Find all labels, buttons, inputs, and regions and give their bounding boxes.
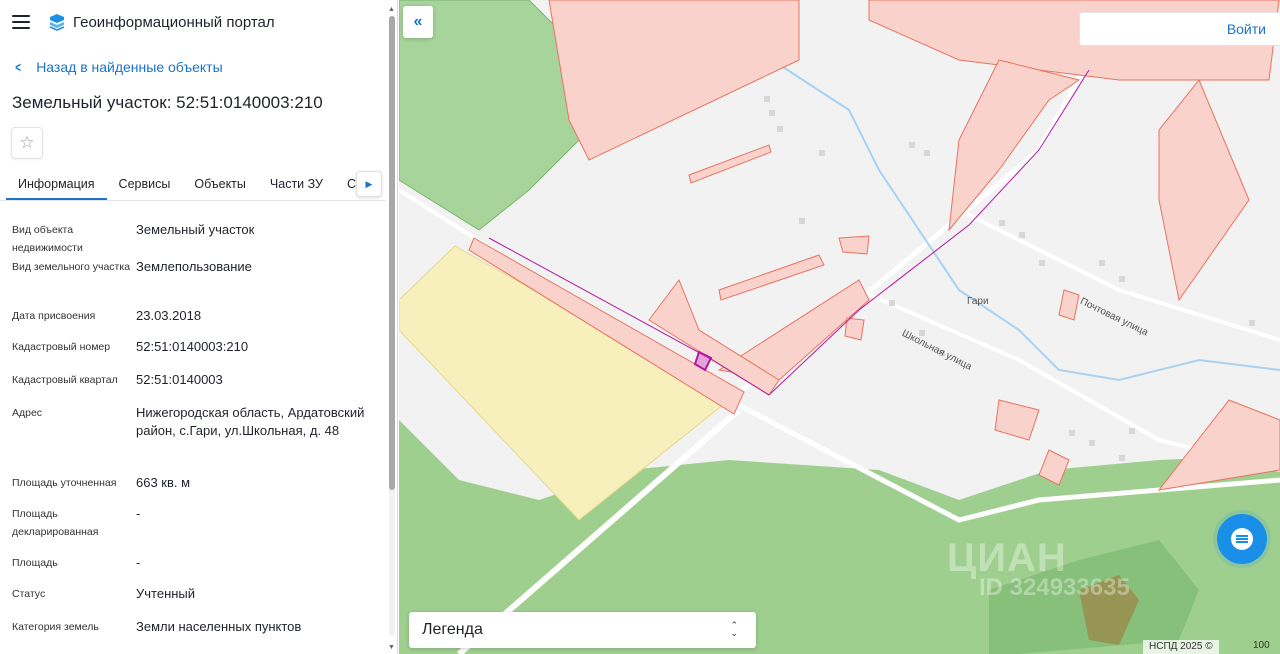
chevron-up-down-icon: ⌃ ⌄ bbox=[730, 620, 738, 638]
scrollbar-thumb[interactable] bbox=[389, 16, 395, 490]
back-to-results-link[interactable]: < Назад в найденные объекты bbox=[0, 52, 397, 82]
legend-label: Легенда bbox=[422, 621, 483, 638]
property-key: Дата присвоения bbox=[12, 310, 96, 322]
property-key: Категория земель bbox=[12, 621, 99, 633]
property-key: Площадь уточненная bbox=[12, 477, 117, 489]
property-key: Адрес bbox=[12, 407, 43, 419]
star-icon: ☆ bbox=[19, 133, 35, 152]
property-key: Вид земельного участка bbox=[12, 261, 131, 273]
property-row: Категория земель Земли населенных пункто… bbox=[0, 618, 397, 648]
land-parcel bbox=[948, 59, 1081, 232]
land-parcel bbox=[688, 144, 772, 184]
object-tabs: Информация Сервисы Объекты Части ЗУ Сост… bbox=[0, 169, 386, 201]
property-value: 663 кв. м bbox=[136, 475, 191, 490]
property-row: Вид объекта недвижимости Земельный участ… bbox=[0, 209, 397, 258]
land-parcel bbox=[994, 399, 1040, 441]
tab-information[interactable]: Информация bbox=[6, 169, 107, 200]
property-value: - bbox=[136, 555, 141, 570]
property-value: 52:51:0140003:210 bbox=[136, 339, 249, 354]
caret-right-icon: ▶ bbox=[365, 178, 373, 189]
chevron-left-icon: < bbox=[15, 59, 21, 75]
property-key: Площадь декларированная bbox=[12, 508, 99, 538]
property-row: Вид земельного участка Землепользование bbox=[0, 258, 397, 307]
property-key: Кадастровый номер bbox=[12, 341, 111, 353]
scroll-down-arrow-icon[interactable]: ▼ bbox=[388, 644, 395, 651]
land-parcel bbox=[1158, 79, 1250, 302]
property-value: Земли населенных пунктов bbox=[136, 619, 302, 634]
login-button[interactable]: Войти bbox=[1227, 21, 1266, 37]
property-value: Землепользование bbox=[136, 259, 252, 274]
watermark-id: ID 324933635 bbox=[979, 574, 1130, 601]
double-chevron-left-icon: « bbox=[413, 13, 423, 30]
land-parcel bbox=[1058, 289, 1080, 321]
village-label: Гари bbox=[967, 296, 989, 307]
object-title: Земельный участок: 52:51:0140003:210 bbox=[12, 93, 323, 112]
property-value: Нижегородская область, Ардатовский район… bbox=[136, 405, 365, 438]
property-key: Кадастровый квартал bbox=[12, 374, 118, 386]
land-parcel bbox=[718, 254, 825, 301]
login-bar: Войти bbox=[1079, 12, 1280, 46]
tab-parcel-parts[interactable]: Части ЗУ bbox=[258, 169, 335, 200]
property-value: 23.03.2018 bbox=[136, 308, 202, 323]
property-row: Площадь - bbox=[0, 554, 397, 585]
property-row: Дата присвоения 23.03.2018 bbox=[0, 307, 397, 338]
land-parcel bbox=[838, 235, 870, 255]
legend-dropdown[interactable]: Легенда ⌃ ⌄ bbox=[409, 612, 756, 648]
menu-icon[interactable] bbox=[12, 15, 30, 29]
back-link-label: Назад в найденные объекты bbox=[36, 59, 223, 75]
favorite-star-button[interactable]: ☆ bbox=[11, 127, 43, 159]
property-key: Статус bbox=[12, 588, 46, 600]
tab-objects[interactable]: Объекты bbox=[182, 169, 258, 200]
collapse-panel-button[interactable]: « bbox=[403, 6, 433, 38]
property-row: Адрес Нижегородская область, Ардатовский… bbox=[0, 404, 397, 474]
map-scale: 100 bbox=[1253, 640, 1270, 651]
chat-icon bbox=[1231, 528, 1253, 550]
property-key: Вид объекта недвижимости bbox=[12, 224, 83, 254]
portal-logo-icon bbox=[49, 14, 65, 31]
property-row: Статус Учтенный bbox=[0, 585, 397, 618]
panel-scrollbar[interactable]: ▲ ▼ bbox=[387, 6, 397, 654]
map-view[interactable]: Гари Почтовая улица Школьная улица ЦИАН … bbox=[399, 0, 1280, 654]
land-parcel bbox=[844, 317, 865, 341]
property-key: Площадь bbox=[12, 557, 58, 569]
property-value: - bbox=[136, 506, 141, 521]
map-copyright: НСПД 2025 © bbox=[1143, 640, 1219, 654]
property-value: Земельный участок bbox=[136, 222, 255, 237]
scroll-up-arrow-icon[interactable]: ▲ bbox=[388, 6, 395, 13]
property-row: Кадастровый квартал 52:51:0140003 bbox=[0, 371, 397, 404]
tab-services[interactable]: Сервисы bbox=[107, 169, 183, 200]
app-title: Геоинформационный портал bbox=[73, 13, 275, 31]
property-row: Площадь декларированная - bbox=[0, 505, 397, 554]
tabs-scroll-right-button[interactable]: ▶ bbox=[356, 171, 382, 197]
land-parcel bbox=[548, 0, 800, 161]
app-header: Геоинформационный портал bbox=[0, 0, 397, 44]
info-panel: Геоинформационный портал < Назад в найде… bbox=[0, 0, 398, 654]
property-list: Вид объекта недвижимости Земельный участ… bbox=[0, 209, 397, 648]
property-value: Учтенный bbox=[136, 586, 196, 601]
property-value: 52:51:0140003 bbox=[136, 372, 223, 387]
chat-button[interactable] bbox=[1217, 514, 1267, 564]
property-row: Площадь уточненная 663 кв. м bbox=[0, 474, 397, 505]
property-row: Кадастровый номер 52:51:0140003:210 bbox=[0, 338, 397, 371]
